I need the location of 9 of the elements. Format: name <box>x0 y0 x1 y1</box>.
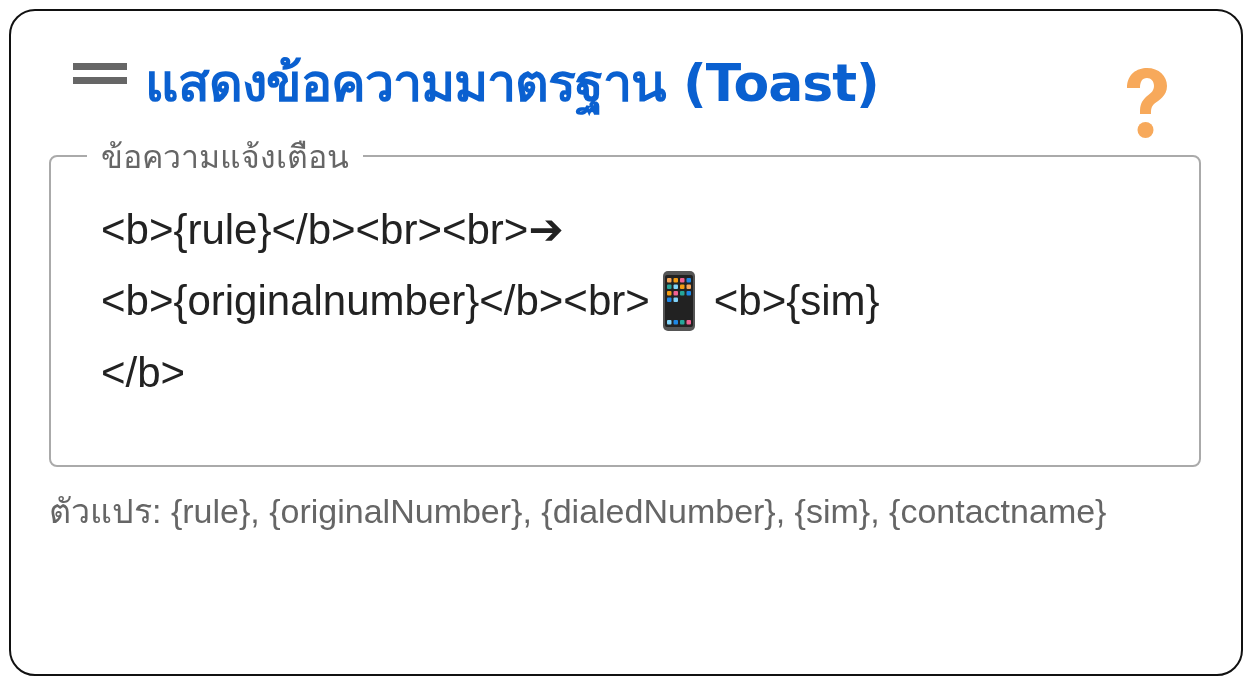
phone-icon <box>661 270 696 332</box>
message-field[interactable]: ข้อความแจ้งเตือน <b>{rule}</b><br><br>➔ <b>{originalnumber}</b><br> <b>{sim} </b> <box>49 131 1201 467</box>
menu-icon[interactable] <box>73 63 127 87</box>
message-text: </b> <box>101 349 186 397</box>
variables-hint: ตัวแปร: {rule}, {originalNumber}, {dialedNumber}, {sim}, {contactname} <box>49 491 1108 532</box>
message-text: <b>{sim} <box>713 277 880 325</box>
message-text: <b>{rule}</b><br><br>➔ <box>101 204 564 254</box>
screen-title: แสดงข้อความมาตรฐาน (Toast) <box>145 40 879 124</box>
message-text: <b>{originalnumber}</b><br> <box>101 277 650 325</box>
